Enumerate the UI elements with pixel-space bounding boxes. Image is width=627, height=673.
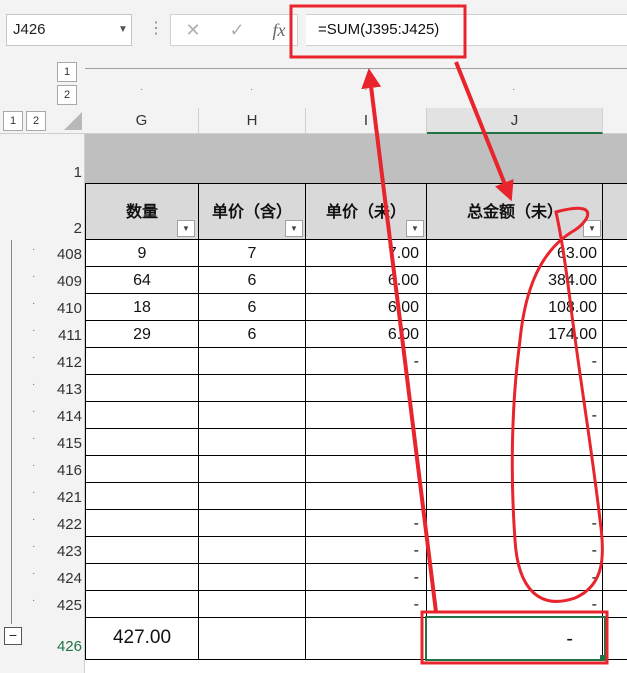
arrow-to-total-header xyxy=(454,61,514,202)
red-annotation-overlay xyxy=(289,4,609,665)
arrow-to-formula xyxy=(361,68,438,613)
formula-highlight-box xyxy=(289,4,467,59)
total-cell-highlight-box xyxy=(420,610,609,665)
circle-around-column-j xyxy=(510,206,604,603)
